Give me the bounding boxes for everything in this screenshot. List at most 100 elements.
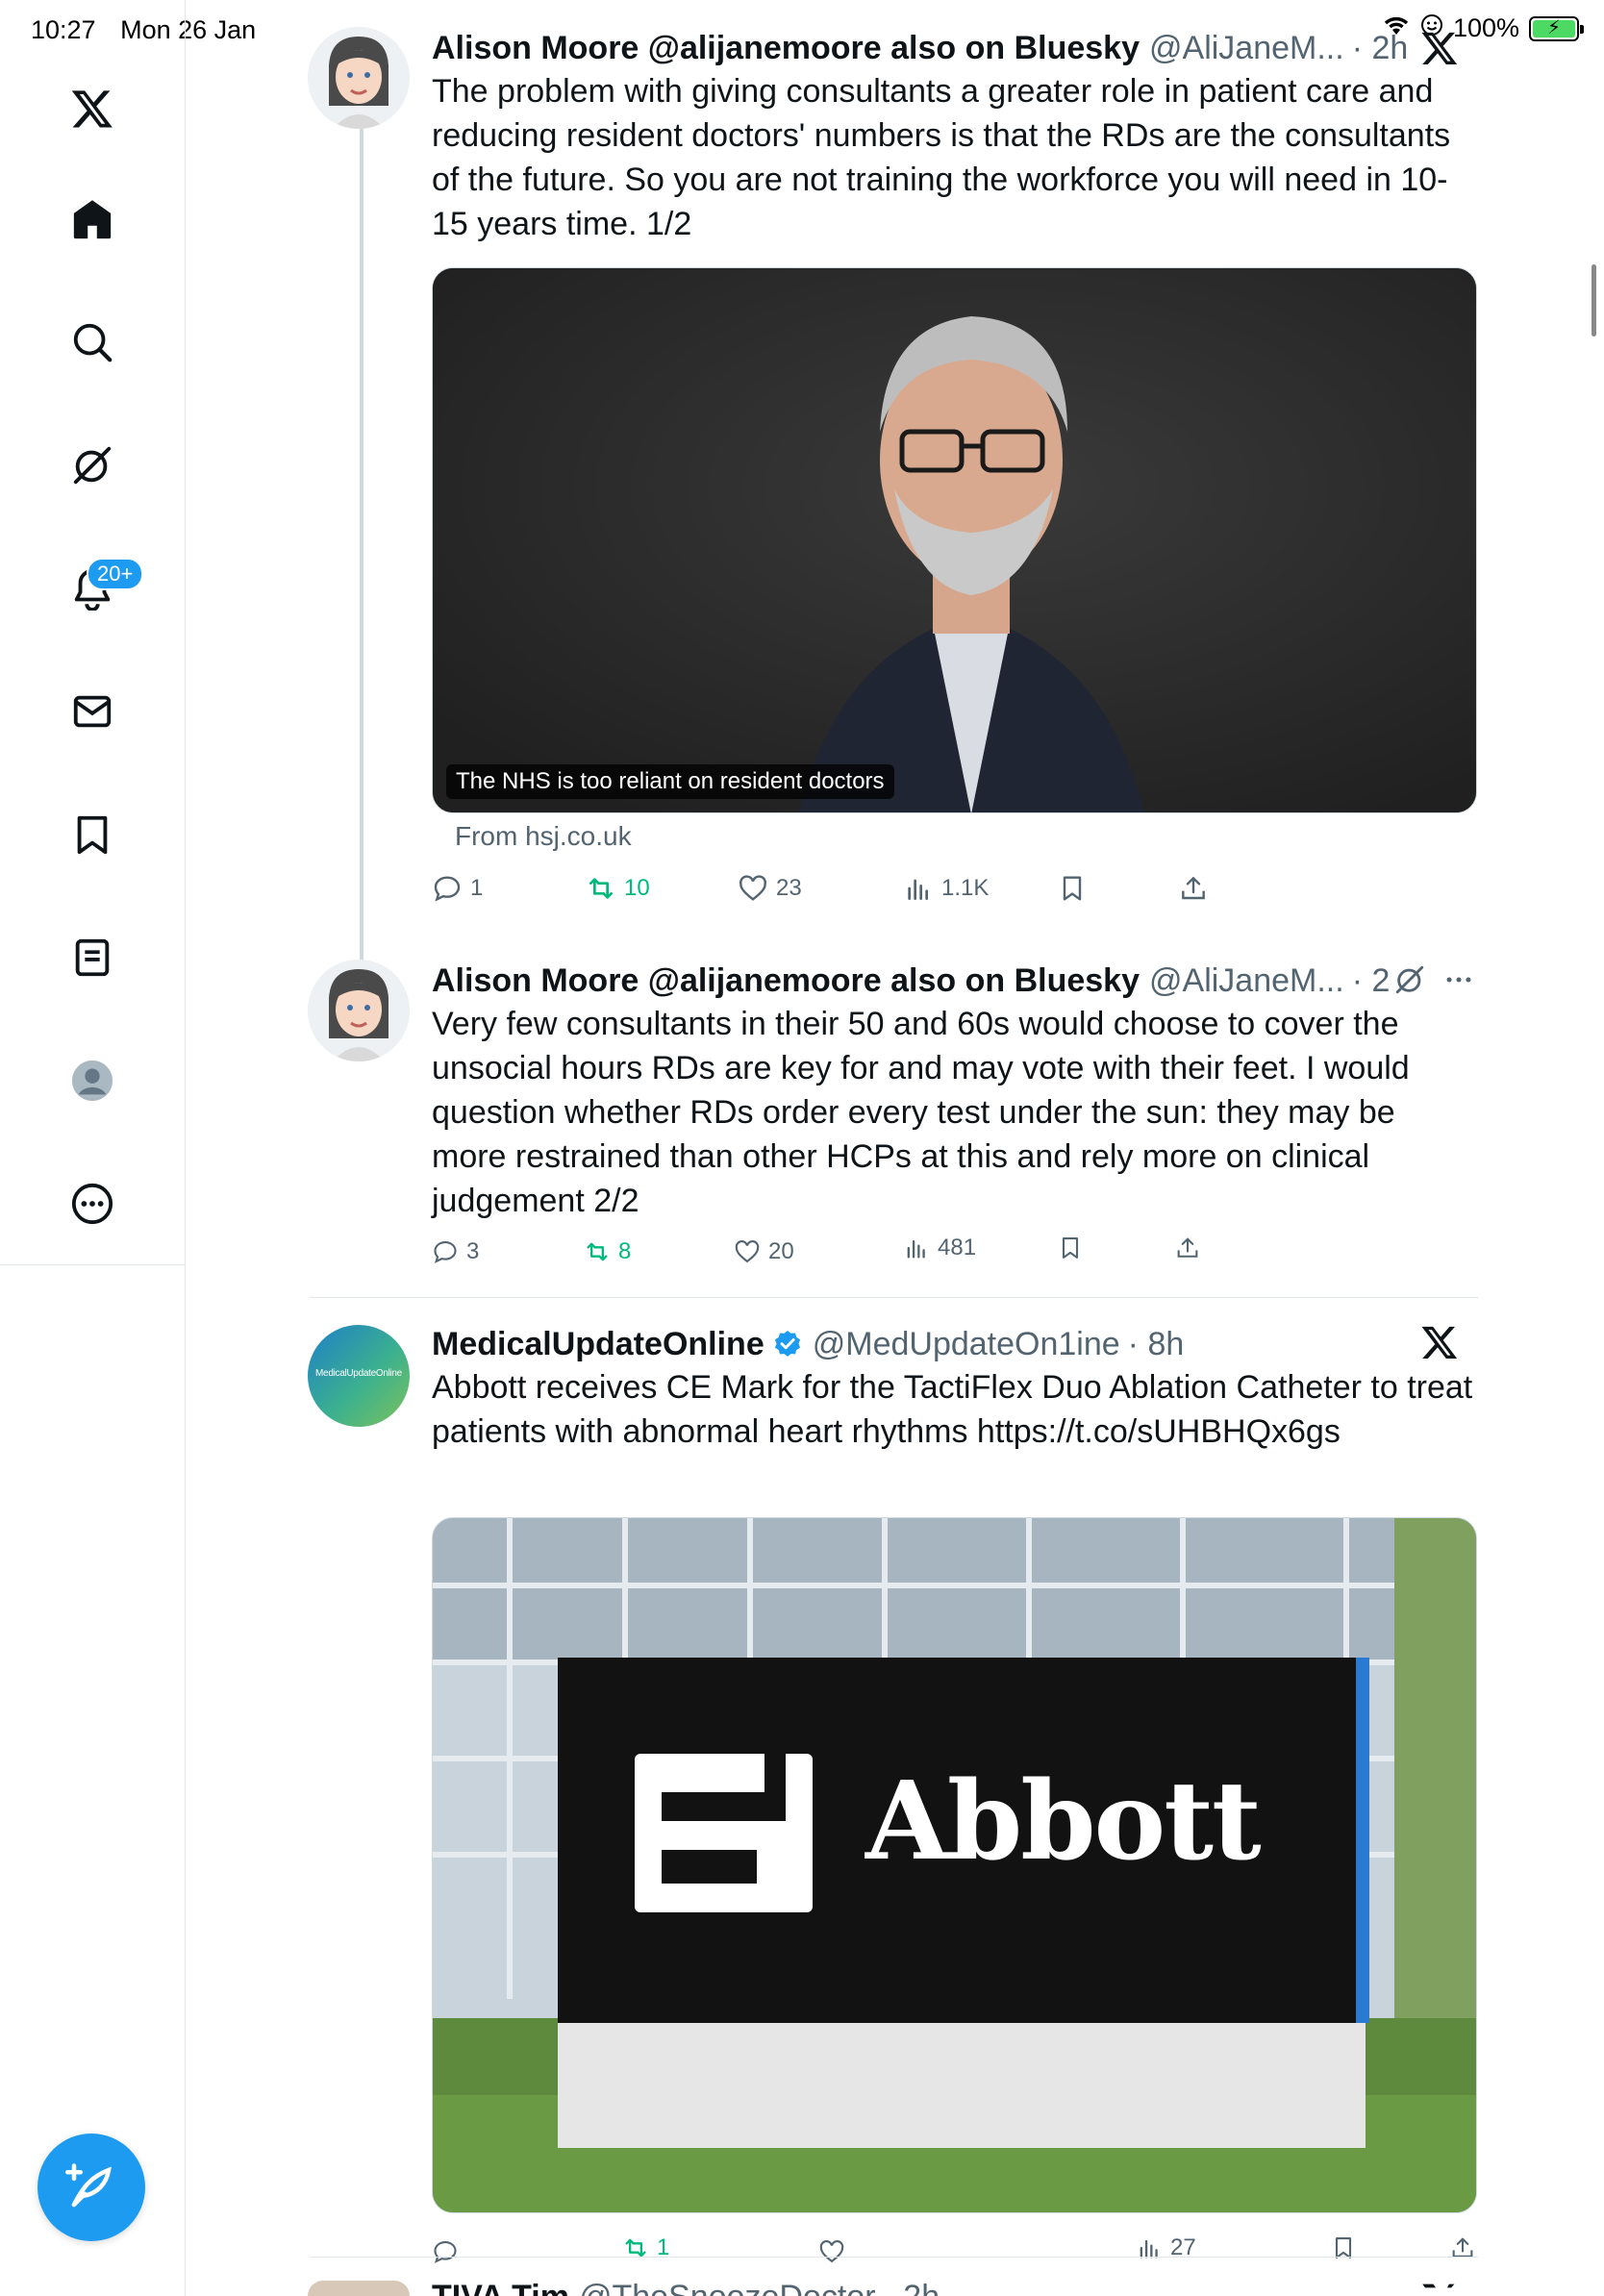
like-button[interactable] xyxy=(818,2238,853,2265)
author-name[interactable]: Alison Moore @alijanemoore also on Blues… xyxy=(432,30,1140,67)
tweet-text: Very few consultants in their 50 and 60s… xyxy=(432,1006,1410,1219)
heart-icon xyxy=(819,2240,844,2263)
abbott-logo-mark-icon xyxy=(635,1754,813,1912)
tweet-divider xyxy=(310,1297,1478,1298)
cartoon-avatar-image xyxy=(308,27,410,129)
bookmark-button[interactable] xyxy=(1057,1235,1084,1261)
tweet-time[interactable]: · 2h xyxy=(884,2281,940,2296)
reply-icon xyxy=(434,876,461,902)
abbott-sign-text: Abbott xyxy=(865,1759,1262,1884)
view-count: 1.1K xyxy=(941,875,990,901)
tweet-header: Alison Moore @alijanemoore also on Blues… xyxy=(432,27,1478,69)
tweet-3[interactable]: MedicalUpdateOnline MedicalUpdateOnline … xyxy=(308,1323,1478,2263)
more-options-icon[interactable] xyxy=(1442,963,1475,996)
sidebar: 20+ xyxy=(0,0,186,2296)
cartoon-avatar-image xyxy=(308,960,410,1061)
tweet-header: TIVA Tim @TheSnoozeDoctor · 2h xyxy=(432,2281,1401,2296)
profile-avatar-icon[interactable] xyxy=(58,1046,127,1115)
share-button[interactable] xyxy=(1178,873,1209,904)
scrollbar[interactable] xyxy=(1591,264,1596,337)
author-name[interactable]: Alison Moore @alijanemoore also on Blues… xyxy=(432,962,1140,1000)
author-name[interactable]: MedicalUpdateOnline xyxy=(432,1326,764,1363)
home-icon[interactable] xyxy=(58,185,127,254)
views-chart-icon xyxy=(908,879,928,900)
post-image[interactable]: Abbott xyxy=(432,1517,1477,2213)
grok-icon[interactable] xyxy=(1393,963,1426,996)
author-handle[interactable]: @AliJaneM... xyxy=(1149,30,1344,67)
search-icon[interactable] xyxy=(58,308,127,377)
bookmarks-icon[interactable] xyxy=(58,800,127,869)
tweet-time[interactable]: · 2h xyxy=(1352,30,1409,67)
tweet-text: Abbott receives CE Mark for the TactiFle… xyxy=(432,1369,1473,1450)
compose-feather-icon xyxy=(65,2163,112,2208)
like-button[interactable]: 23 xyxy=(738,873,802,904)
retweet-icon xyxy=(589,878,613,899)
avatar[interactable]: MedicalUpdateOnline xyxy=(308,1325,410,1427)
tweet-divider xyxy=(310,2257,1478,2258)
retweet-button[interactable]: 10 xyxy=(586,873,650,904)
like-count: 20 xyxy=(768,1238,794,1264)
share-icon xyxy=(1177,1237,1198,1258)
avatar-text: MedicalUpdateOnline xyxy=(315,1368,402,1379)
bookmark-icon xyxy=(1063,876,1082,901)
grok-icon[interactable] xyxy=(58,431,127,500)
bookmark-button[interactable] xyxy=(1057,873,1088,904)
notifications-badge: 20+ xyxy=(87,558,144,590)
retweet-button[interactable]: 8 xyxy=(584,1238,631,1265)
reply-button[interactable]: 3 xyxy=(432,1238,479,1265)
heart-icon xyxy=(735,1240,760,1263)
share-icon xyxy=(1182,877,1205,900)
view-count: 481 xyxy=(938,1235,977,1260)
author-handle[interactable]: @TheSnoozeDoctor xyxy=(579,2281,876,2296)
author-name[interactable]: TIVA Tim xyxy=(432,2281,569,2296)
views-chart-icon xyxy=(907,1239,925,1259)
reply-count: 1 xyxy=(470,875,484,901)
retweet-count: 8 xyxy=(618,1238,632,1264)
sidebar-divider xyxy=(0,1264,186,1265)
heart-icon xyxy=(739,875,766,901)
avatar[interactable] xyxy=(308,2281,410,2296)
link-source[interactable]: From hsj.co.uk xyxy=(455,821,632,852)
tweet-time[interactable]: · 2h xyxy=(1352,962,1391,1000)
tweet-header: Alison Moore @alijanemoore also on Blues… xyxy=(432,960,1391,1002)
reply-icon xyxy=(434,1241,457,1263)
portrait-photo xyxy=(433,268,1476,812)
tweet-actions: 1 10 23 1.1K xyxy=(432,873,1478,911)
reply-button[interactable] xyxy=(432,2238,466,2265)
link-card-image[interactable]: The NHS is too reliant on resident docto… xyxy=(432,267,1477,813)
author-handle[interactable]: @AliJaneM... xyxy=(1149,962,1344,1000)
x-logo-icon xyxy=(1421,32,1458,64)
avatar[interactable] xyxy=(308,27,410,129)
lists-icon[interactable] xyxy=(58,923,127,992)
tweet-text: The problem with giving consultants a gr… xyxy=(432,73,1451,242)
x-logo-icon xyxy=(1422,2284,1455,2288)
author-handle[interactable]: @MedUpdateOn1ine xyxy=(813,1326,1120,1363)
views-button[interactable]: 481 xyxy=(903,1235,976,1261)
link-card-caption: The NHS is too reliant on resident docto… xyxy=(446,764,894,799)
avatar[interactable] xyxy=(308,960,410,1061)
x-logo-icon xyxy=(1421,1326,1458,1359)
like-count: 23 xyxy=(776,875,802,901)
messages-envelope-icon[interactable] xyxy=(58,677,127,746)
bookmark-icon xyxy=(1062,1237,1079,1259)
views-button[interactable]: 1.1K xyxy=(903,873,989,904)
tweet-2[interactable]: Alison Moore @alijanemoore also on Blues… xyxy=(308,960,1478,1277)
charging-bolt-icon: ⚡ xyxy=(1546,16,1562,38)
share-button[interactable] xyxy=(1174,1235,1201,1261)
tweet-1[interactable]: Alison Moore @alijanemoore also on Blues… xyxy=(308,27,1478,931)
tweet-4[interactable]: TIVA Tim @TheSnoozeDoctor · 2h xyxy=(308,2281,1478,2296)
retweet-count: 10 xyxy=(624,875,650,901)
retweet-icon xyxy=(587,1242,608,1261)
tweet-time[interactable]: · 8h xyxy=(1128,1326,1185,1363)
x-logo-icon[interactable] xyxy=(58,74,127,143)
tweet-actions: 3 8 20 481 xyxy=(432,1235,1478,1277)
tweet-header: MedicalUpdateOnline @MedUpdateOn1ine · 8… xyxy=(432,1323,1401,1365)
compose-post-button[interactable] xyxy=(38,2134,145,2241)
like-button[interactable]: 20 xyxy=(734,1238,794,1265)
reply-button[interactable]: 1 xyxy=(432,873,483,904)
battery-icon: ⚡ xyxy=(1529,15,1584,41)
reply-icon xyxy=(434,2241,457,2263)
more-options-icon[interactable] xyxy=(58,1169,127,1238)
reply-count: 3 xyxy=(466,1238,480,1264)
verified-badge-icon xyxy=(772,1329,803,1360)
